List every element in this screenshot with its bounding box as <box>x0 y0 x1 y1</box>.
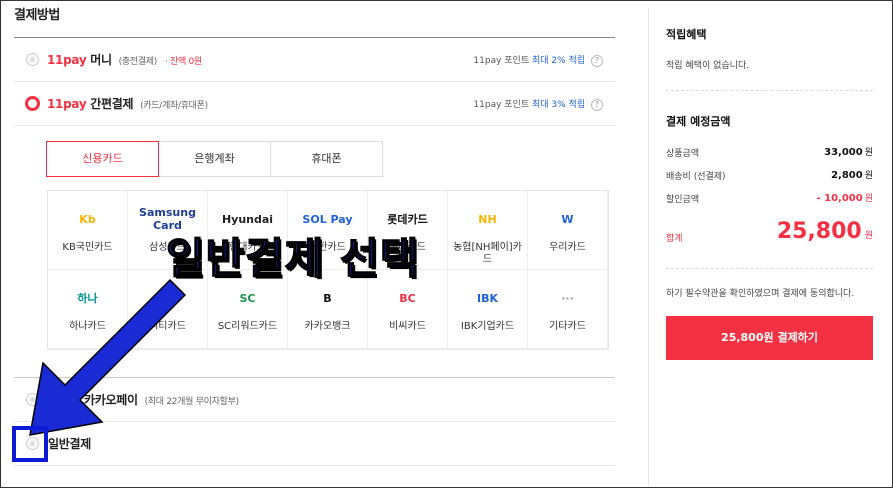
annotation-highlight-box <box>12 426 48 462</box>
point-info: 11pay 포인트 최대 2% 적립 ? <box>473 53 603 67</box>
annotation-arrow-icon <box>29 278 187 436</box>
radio-button-selected[interactable] <box>25 96 40 111</box>
point-rate: 최대 3% 적립 <box>532 100 586 110</box>
reward-title: 적립혜택 <box>666 28 707 41</box>
card-option[interactable]: W 우리카드 <box>528 191 608 270</box>
amount: - 10,000 <box>816 193 863 204</box>
row-label: 상품금액 <box>666 149 700 159</box>
point-rate: 최대 2% 적립 <box>532 56 586 66</box>
radio-button[interactable] <box>26 53 39 66</box>
card-logo-icon: W <box>561 212 574 226</box>
amount: 33,000 <box>824 147 863 158</box>
row-value: 33,000 원 <box>824 145 873 158</box>
card-logo-icon: BC <box>399 291 416 305</box>
tab-credit-card[interactable]: 신용카드 <box>46 141 159 177</box>
card-logo-icon: SC <box>239 291 256 305</box>
amount: 2,800 <box>831 170 863 181</box>
help-icon[interactable]: ? <box>591 99 603 111</box>
row-value: - 10,000 원 <box>816 191 873 204</box>
product-amount-row: 상품금액 33,000 원 <box>666 146 873 159</box>
tab-mobile[interactable]: 휴대폰 <box>270 141 383 177</box>
row-value: 2,800 원 <box>831 168 873 181</box>
method-name: 간편결제 <box>90 97 134 111</box>
card-option[interactable]: Kb KB국민카드 <box>48 191 128 270</box>
shipping-row: 배송비 (선결제) 2,800 원 <box>666 169 873 182</box>
card-name: SC리워드카드 <box>217 321 278 332</box>
payment-method-11pay-money[interactable]: 11pay 머니 (충전결제) · 잔액 0원 11pay 포인트 최대 2% … <box>14 38 615 82</box>
point-info: 11pay 포인트 최대 3% 적립 ? <box>473 97 603 111</box>
pay-button[interactable]: 25,800원 결제하기 <box>666 316 873 360</box>
payment-method-11pay-simple[interactable]: 11pay 간편결제 (카드/계좌/휴대폰) 11pay 포인트 최대 3% 적… <box>14 82 615 126</box>
card-logo-icon: B <box>323 291 332 305</box>
annotation-caption: 일반결제 선택 <box>165 233 420 284</box>
card-option[interactable]: IBK IBK기업카드 <box>448 270 528 349</box>
card-name: 기타카드 <box>549 321 586 332</box>
card-option[interactable]: ··· 기타카드 <box>528 270 608 349</box>
total-amount: 25,800 원 <box>777 219 873 244</box>
card-logo-icon: ··· <box>561 291 574 305</box>
row-label: 할인금액 <box>666 195 700 205</box>
method-sub: (충전결제) <box>118 57 158 67</box>
unit: 원 <box>864 171 873 181</box>
tab-bank-account[interactable]: 은행계좌 <box>158 141 271 177</box>
amount-title: 결제 예정금액 <box>666 115 731 128</box>
payment-tabs: 신용카드 은행계좌 휴대폰 <box>46 141 383 177</box>
row-label: 배송비 (선결제) <box>666 172 726 182</box>
card-name: 농협[NH페이]카드 <box>453 242 522 265</box>
divider <box>666 268 873 269</box>
method-sub: (카드/계좌/휴대폰) <box>140 101 208 111</box>
card-logo-icon: NH <box>478 212 497 226</box>
method-label: 11pay 머니 (충전결제) · 잔액 0원 <box>47 51 202 68</box>
card-name: 비씨카드 <box>389 321 426 332</box>
sidebar-divider <box>648 8 649 486</box>
section-title: 결제방법 <box>14 8 60 23</box>
method-label: 11pay 간편결제 (카드/계좌/휴대폰) <box>47 95 208 112</box>
reward-text: 적립 혜택이 없습니다. <box>666 61 750 71</box>
card-name: 카카오뱅크 <box>304 321 351 332</box>
card-name: 우리카드 <box>549 242 586 253</box>
total-value: 25,800 <box>776 219 862 244</box>
help-icon[interactable]: ? <box>591 55 603 67</box>
unit: 원 <box>864 148 873 158</box>
divider <box>666 90 873 91</box>
unit: 원 <box>864 194 873 204</box>
card-logo-icon: IBK <box>476 291 498 305</box>
point-label: 11pay 포인트 <box>473 56 530 66</box>
card-name: KB국민카드 <box>62 242 113 253</box>
card-option[interactable]: NH 농협[NH페이]카드 <box>448 191 528 270</box>
point-label: 11pay 포인트 <box>473 100 530 110</box>
brand-logo: 11pay <box>47 97 87 111</box>
agree-text: 하기 필수약관을 확인하였으며 결제에 동의합니다. <box>666 289 855 299</box>
discount-row: 할인금액 - 10,000 원 <box>666 192 873 205</box>
card-logo-icon: Kb <box>79 212 96 226</box>
balance-text: · 잔액 0원 <box>164 57 202 67</box>
brand-logo: 11pay <box>47 53 87 67</box>
total-label: 합계 <box>666 234 683 244</box>
method-name: 머니 <box>90 53 112 67</box>
total-unit: 원 <box>864 231 873 241</box>
card-name: IBK기업카드 <box>460 321 515 332</box>
